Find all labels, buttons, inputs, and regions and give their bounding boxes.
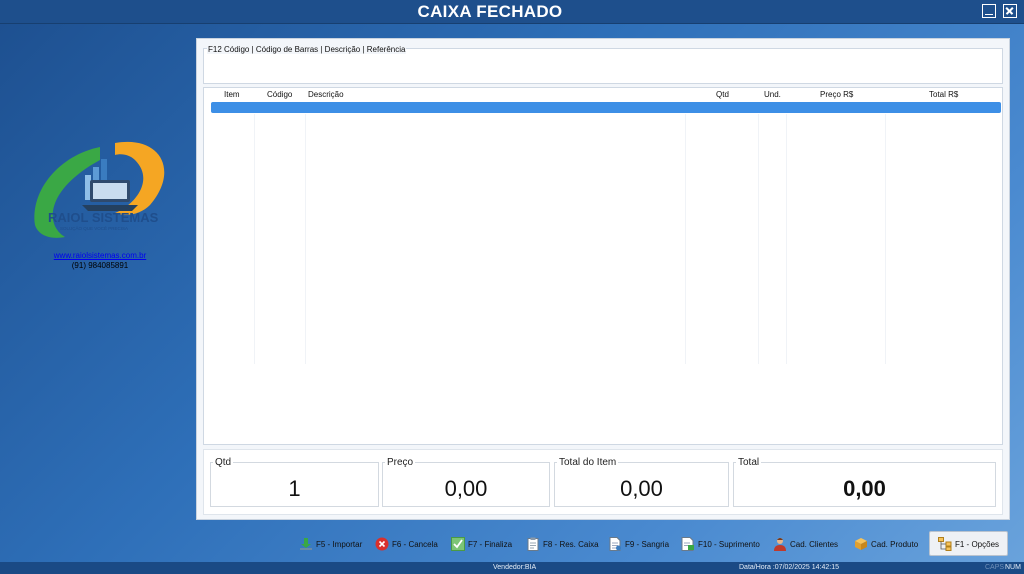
column-header-item[interactable]: Item	[224, 90, 240, 99]
importar-button[interactable]: F5 - Importar	[299, 534, 362, 554]
cad-produto-label: Cad. Produto	[871, 539, 919, 549]
preco-label: Preço	[385, 457, 416, 468]
finaliza-button[interactable]: F7 - Finaliza	[451, 534, 512, 554]
options-tree-icon	[938, 537, 952, 551]
cancel-icon	[375, 537, 389, 551]
status-bar: Vendedor:BIA Data/Hora :07/02/2025 14:42…	[0, 562, 1024, 574]
search-input[interactable]	[206, 56, 1000, 81]
user-icon	[774, 538, 786, 551]
res-caixa-button[interactable]: F8 - Res. Caixa	[526, 534, 599, 554]
box-icon	[855, 538, 867, 550]
grand-total-value: 0,00	[843, 476, 886, 501]
column-divider	[685, 114, 686, 364]
num-indicator: NUM	[1005, 564, 1021, 571]
column-header-total[interactable]: Total R$	[929, 90, 958, 99]
importar-label: F5 - Importar	[316, 539, 363, 549]
selected-row[interactable]	[211, 102, 1001, 113]
opcoes-button-content[interactable]: F1 - Opções	[938, 534, 999, 554]
vendedor-status: Vendedor:BIA	[493, 564, 537, 571]
caps-indicator: CAPS	[985, 564, 1005, 571]
minimize-icon[interactable]	[982, 4, 996, 18]
res-caixa-label: F8 - Res. Caixa	[543, 539, 599, 549]
phone-number: (91) 984085891	[71, 261, 129, 270]
column-header-preco[interactable]: Preço R$	[820, 90, 853, 99]
column-divider	[305, 114, 306, 364]
title-bar: CAIXA FECHADO	[0, 0, 1024, 24]
column-header-codigo[interactable]: Código	[267, 90, 292, 99]
cad-clientes-label: Cad. Clientes	[790, 539, 839, 549]
column-divider	[758, 114, 759, 364]
item-total-label: Total do Item	[557, 457, 619, 468]
opcoes-label: F1 - Opções	[955, 539, 1000, 549]
grand-total-label: Total	[736, 457, 762, 468]
items-grid[interactable]	[203, 87, 1003, 445]
download-icon	[300, 538, 312, 550]
column-header-descricao[interactable]: Descrição	[308, 90, 344, 99]
cad-clientes-button[interactable]: Cad. Clientes	[773, 534, 838, 554]
cad-produto-button[interactable]: Cad. Produto	[854, 534, 918, 554]
suprimento-label: F10 - Suprimento	[698, 539, 760, 549]
website-link[interactable]: www.raiolsistemas.com.br	[30, 251, 170, 260]
qtd-value: 1	[288, 476, 301, 501]
cancela-label: F6 - Cancela	[392, 539, 438, 549]
company-logo: RAIOL SISTEMAS SOLUÇÃO QUE VOCÊ PRECISA	[34, 141, 165, 238]
logo-company-text: RAIOL SISTEMAS	[48, 210, 159, 225]
item-total-value: 0,00	[620, 476, 663, 501]
qtd-label: Qtd	[213, 457, 234, 468]
check-icon	[451, 537, 465, 551]
column-divider	[254, 114, 255, 364]
finaliza-label: F7 - Finaliza	[468, 539, 513, 549]
column-divider	[885, 114, 886, 364]
suprimento-button[interactable]: F10 - Suprimento	[681, 534, 760, 554]
column-header-qtd[interactable]: Qtd	[716, 90, 729, 99]
datetime-status: Data/Hora :07/02/2025 14:42:15	[739, 564, 840, 571]
window-title: CAIXA FECHADO	[417, 2, 563, 21]
clipboard-icon	[527, 537, 539, 551]
sangria-button[interactable]: F9 - Sangria	[608, 534, 669, 554]
sangria-label: F9 - Sangria	[625, 539, 670, 549]
close-icon[interactable]	[1003, 4, 1017, 18]
document-icon	[609, 537, 621, 551]
column-header-und[interactable]: Und.	[764, 90, 781, 99]
cancela-button[interactable]: F6 - Cancela	[375, 534, 438, 554]
preco-value: 0,00	[444, 476, 488, 501]
column-divider	[786, 114, 787, 364]
search-label: F12 Código | Código de Barras | Descriçã…	[207, 45, 407, 54]
document-add-icon	[681, 537, 694, 551]
logo-tagline-text: SOLUÇÃO QUE VOCÊ PRECISA	[60, 224, 128, 231]
